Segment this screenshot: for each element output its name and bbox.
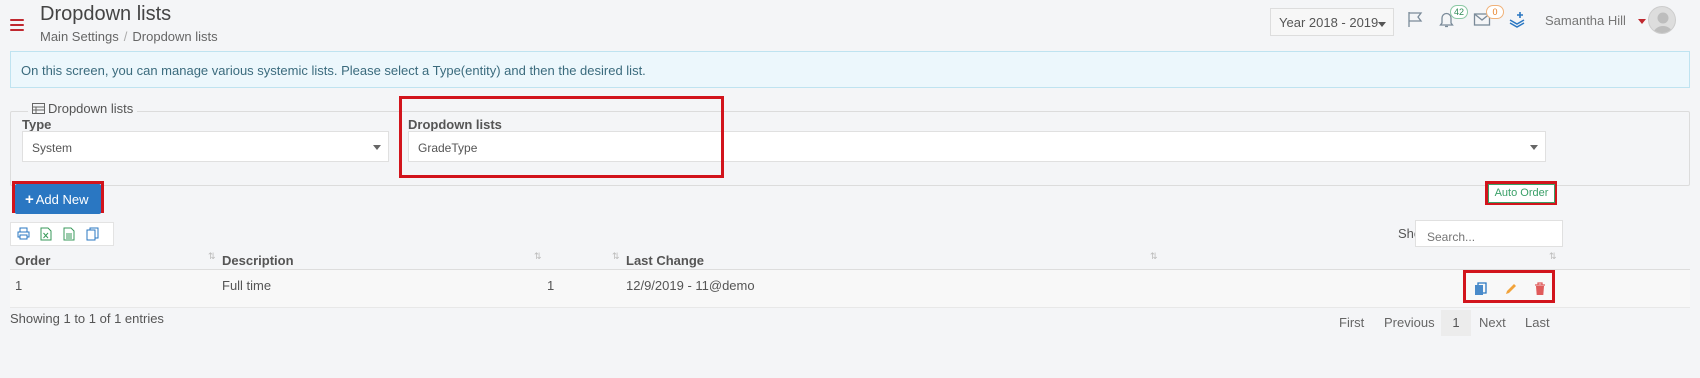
copy-icon[interactable] xyxy=(86,227,99,244)
type-label: Type xyxy=(22,117,52,132)
notifications-badge: 42 xyxy=(1450,5,1469,19)
bell-icon[interactable]: 42 xyxy=(1438,5,1469,31)
sort-icon[interactable]: ⇅ xyxy=(534,251,542,262)
menu-icon[interactable] xyxy=(10,19,24,31)
auto-order-button[interactable]: Auto Order xyxy=(1488,184,1555,203)
type-select-value: System xyxy=(32,141,73,155)
cell-value: 1 xyxy=(547,278,555,293)
flag-icon[interactable] xyxy=(1407,11,1424,31)
add-new-label: Add New xyxy=(35,192,89,207)
chevron-down-icon xyxy=(373,145,381,150)
print-icon[interactable] xyxy=(17,227,30,243)
legend-label: Dropdown lists xyxy=(48,101,134,116)
breadcrumb: Main Settings / Dropdown lists xyxy=(40,29,218,44)
csv-icon[interactable] xyxy=(63,227,75,244)
messages-badge: 0 xyxy=(1486,5,1504,19)
sort-icon[interactable]: ⇅ xyxy=(208,251,216,262)
year-select[interactable]: Year 2018 - 2019 xyxy=(1270,8,1394,36)
pagination-first[interactable]: First xyxy=(1339,315,1364,330)
highlight-dropdown-lists xyxy=(399,96,724,178)
table-icon xyxy=(32,103,45,114)
edit-icon[interactable] xyxy=(1504,282,1518,299)
pagination-current-page[interactable]: 1 xyxy=(1441,310,1471,336)
table-info: Showing 1 to 1 of 1 entries xyxy=(10,311,164,326)
column-header-order[interactable]: Order xyxy=(15,253,50,268)
plus-icon: + xyxy=(25,191,34,208)
chevron-down-icon xyxy=(1378,22,1386,27)
column-header-last-change[interactable]: Last Change xyxy=(626,253,704,268)
chevron-down-icon[interactable] xyxy=(1638,19,1646,24)
mail-icon[interactable]: 0 xyxy=(1473,5,1504,30)
cell-order: 1 xyxy=(15,278,23,293)
search-input[interactable] xyxy=(1415,220,1563,247)
user-name[interactable]: Samantha Hill xyxy=(1545,13,1626,28)
cell-description: Full time xyxy=(222,278,272,293)
duplicate-icon[interactable] xyxy=(1474,282,1487,299)
cell-last-change: 12/9/2019 - 11@demo xyxy=(626,278,755,293)
avatar[interactable] xyxy=(1648,6,1676,34)
pagination-last[interactable]: Last xyxy=(1525,315,1550,330)
add-new-button[interactable]: + Add New xyxy=(15,184,101,214)
layers-add-icon[interactable] xyxy=(1508,11,1527,31)
chevron-down-icon xyxy=(1530,145,1538,150)
pagination-next[interactable]: Next xyxy=(1479,315,1506,330)
export-toolbar xyxy=(10,222,114,246)
column-header-description[interactable]: Description xyxy=(222,253,294,268)
excel-icon[interactable] xyxy=(40,227,52,244)
year-select-value: Year 2018 - 2019 xyxy=(1279,15,1379,30)
breadcrumb-current: Dropdown lists xyxy=(132,29,218,44)
info-message: On this screen, you can manage various s… xyxy=(10,51,1690,88)
fieldset-legend: Dropdown lists xyxy=(28,101,138,116)
page-title: Dropdown lists xyxy=(40,3,172,25)
sort-icon[interactable]: ⇅ xyxy=(612,251,620,262)
sort-icon[interactable]: ⇅ xyxy=(1549,251,1557,262)
type-select[interactable]: System xyxy=(22,131,389,162)
pagination-previous[interactable]: Previous xyxy=(1384,315,1435,330)
breadcrumb-main-settings[interactable]: Main Settings xyxy=(40,29,119,44)
delete-icon[interactable] xyxy=(1534,282,1546,299)
sort-icon[interactable]: ⇅ xyxy=(1150,251,1158,262)
